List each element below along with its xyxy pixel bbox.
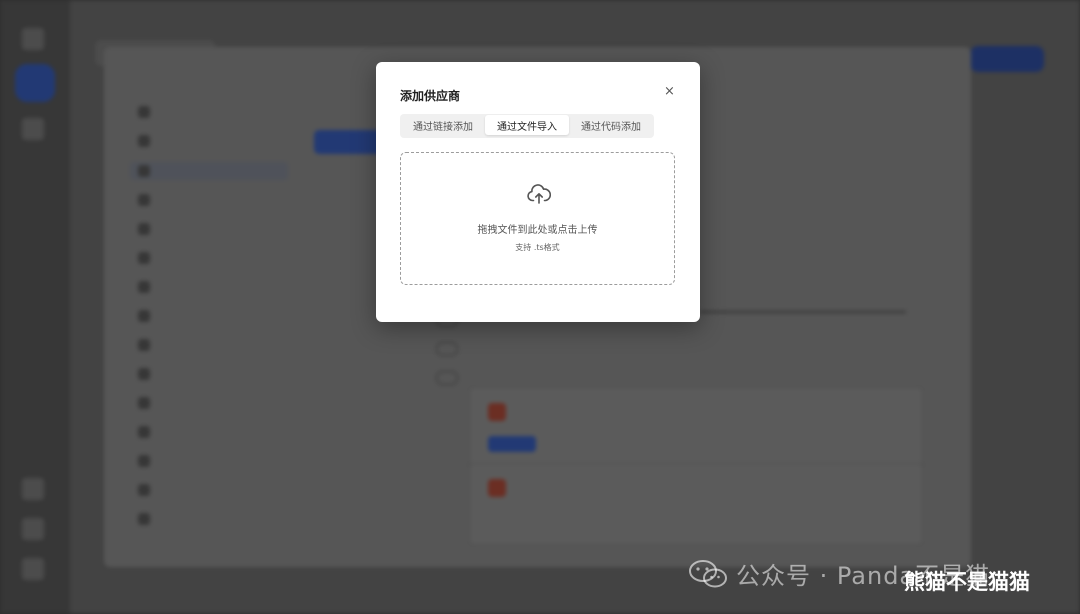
import-method-tabs: 通过链接添加 通过文件导入 通过代码添加 [400,114,654,138]
add-provider-dialog: 添加供应商 × 通过链接添加 通过文件导入 通过代码添加 拖拽文件到此处或点击上… [376,62,700,322]
wechat-icon [689,559,727,587]
tab-add-by-code[interactable]: 通过代码添加 [569,115,653,135]
tab-import-by-file[interactable]: 通过文件导入 [485,115,569,135]
tab-add-by-link[interactable]: 通过链接添加 [401,115,485,135]
dialog-title: 添加供应商 [400,89,461,103]
close-icon[interactable]: × [664,85,675,99]
watermark-overlay-text: 熊猫不是猫猫 [904,570,1030,594]
cloud-upload-icon [527,184,551,204]
dropzone-main-text: 拖拽文件到此处或点击上传 [477,225,598,236]
dropzone-hint-text: 支持 .ts格式 [515,243,560,252]
file-dropzone[interactable]: 拖拽文件到此处或点击上传 支持 .ts格式 [400,152,675,285]
